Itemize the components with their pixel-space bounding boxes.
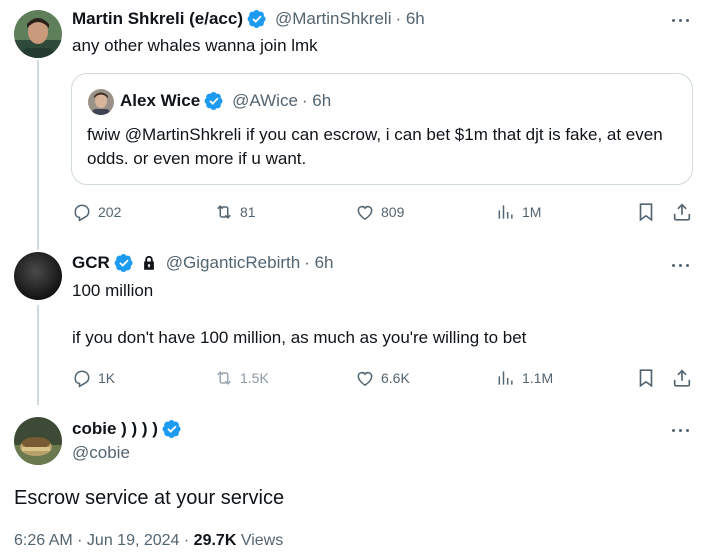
views-chart-icon [498, 371, 513, 385]
views-button[interactable]: 1M [496, 202, 541, 222]
reply-button[interactable]: 202 [72, 202, 121, 222]
tweet-text: any other whales wanna join lmk [72, 36, 318, 55]
reply-count: 1K [98, 370, 116, 386]
like-count: 809 [381, 204, 405, 220]
share-icon[interactable] [671, 201, 693, 223]
repost-icon [217, 205, 231, 219]
reply-button[interactable]: 1K [72, 368, 115, 388]
views-chart-icon [498, 205, 513, 219]
author-handle[interactable]: @MartinShkreli [275, 9, 391, 29]
like-count: 6.6K [381, 370, 410, 386]
tweet-time[interactable]: · 6h [395, 9, 424, 29]
quoted-tweet-card[interactable]: Alex Wice @AWice · 6h fwiw @MartinShkrel… [71, 73, 693, 185]
share-icon[interactable] [671, 367, 693, 389]
views-button[interactable]: 1.1M [496, 368, 553, 388]
bookmark-icon[interactable] [635, 367, 657, 389]
repost-count: 1.5K [240, 370, 269, 386]
quote-author-handle[interactable]: @AWice [232, 91, 298, 111]
tweet-time[interactable]: · 6h [304, 253, 333, 273]
quote-time[interactable]: · 6h [302, 91, 331, 111]
repost-button[interactable]: 81 [214, 202, 256, 222]
quote-avatar[interactable] [88, 89, 114, 115]
quote-author-name[interactable]: Alex Wice [120, 91, 200, 111]
verified-badge-icon [114, 254, 133, 272]
reply-icon [74, 204, 90, 222]
tweet-date[interactable]: 6:26 AM · Jun 19, 2024 · [14, 532, 194, 549]
author-handle[interactable]: @cobie [72, 443, 130, 463]
lock-icon [143, 255, 154, 270]
bookmark-icon[interactable] [635, 201, 657, 223]
main-tweet-text: Escrow service at your service [14, 487, 285, 509]
verified-badge-icon [204, 92, 223, 110]
views-count: 1.1M [522, 370, 554, 386]
author-handle[interactable]: @GiganticRebirth [166, 253, 300, 273]
avatar[interactable] [14, 10, 62, 58]
reply-icon [74, 370, 90, 388]
verified-badge-icon [247, 10, 266, 28]
like-button[interactable]: 6.6K [355, 368, 410, 388]
avatar[interactable] [14, 252, 62, 300]
verified-badge-icon [162, 420, 181, 438]
author-name[interactable]: cobie ) ) ) ) [72, 419, 158, 439]
more-options-icon[interactable] [670, 255, 694, 275]
views-label: Views [236, 532, 284, 549]
repost-count: 81 [240, 204, 256, 220]
tweet-text-line2: if you don't have 100 million, as much a… [72, 328, 527, 347]
heart-icon [357, 371, 373, 386]
tweet-text-line1: 100 million [72, 281, 154, 300]
author-name[interactable]: Martin Shkreli (e/acc) [72, 9, 243, 29]
reply-count: 202 [98, 204, 122, 220]
like-button[interactable]: 809 [355, 202, 404, 222]
views-total: 29.7K [193, 532, 237, 549]
thread-connector-line [37, 305, 39, 405]
thread-connector-line [37, 60, 39, 250]
author-name[interactable]: GCR [72, 253, 110, 273]
repost-button[interactable]: 1.5K [214, 368, 269, 388]
more-options-icon[interactable] [670, 10, 694, 30]
more-options-icon[interactable] [670, 420, 694, 440]
avatar[interactable] [14, 417, 62, 465]
heart-icon [357, 205, 373, 220]
quote-text: fwiw @MartinShkreli if you can escrow, i… [87, 125, 663, 168]
repost-icon [217, 371, 231, 385]
views-count: 1M [522, 204, 542, 220]
tweet-meta: 6:26 AM · Jun 19, 2024 · 29.7K Views [14, 532, 283, 550]
